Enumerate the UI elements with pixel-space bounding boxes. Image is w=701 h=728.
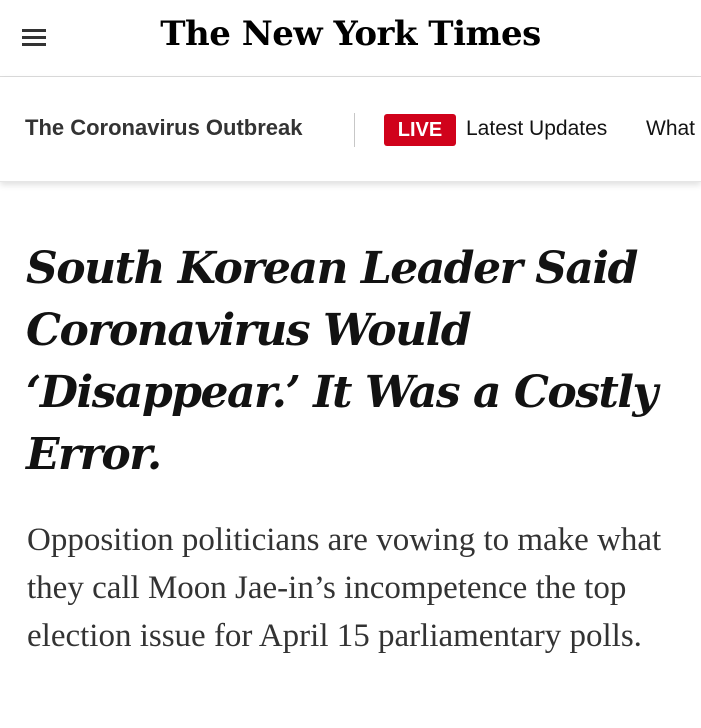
article-summary: Opposition politicians are vowing to mak…	[27, 522, 662, 654]
live-badge[interactable]: LIVE	[384, 114, 456, 146]
article-headline: South Korean Leader Said Coronavirus Wou…	[26, 243, 658, 480]
nyt-logo[interactable]: The New York Times	[0, 14, 701, 54]
what-link[interactable]: What	[646, 117, 695, 141]
section-subnav: The Coronavirus Outbreak LIVE Latest Upd…	[0, 77, 701, 182]
masthead: The New York Times	[0, 0, 701, 77]
nav-divider	[354, 113, 355, 147]
latest-updates-link[interactable]: Latest Updates	[466, 117, 607, 141]
section-title-link[interactable]: The Coronavirus Outbreak	[25, 115, 303, 141]
